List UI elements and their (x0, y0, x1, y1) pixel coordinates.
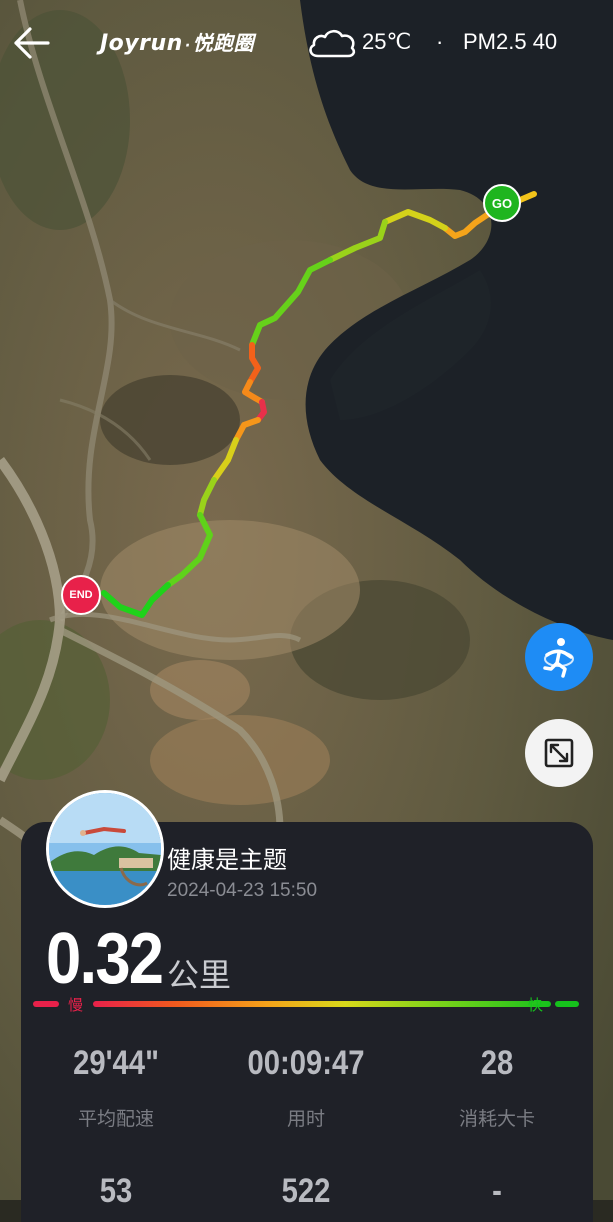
air-quality: PM2.5 40 (463, 29, 558, 54)
top-bar: Joyrun · 悦跑圈 25℃ · PM2.5 40 (0, 0, 613, 86)
avatar[interactable] (46, 790, 164, 908)
speed-slow-label: 慢 (68, 996, 84, 1014)
avatar-photo (49, 793, 161, 905)
avg-pace-label: 平均配速 (77, 1108, 155, 1130)
fullscreen-button[interactable] (525, 719, 593, 787)
calories-label: 消耗大卡 (458, 1108, 536, 1130)
speed-bar-fast-end (555, 1001, 579, 1007)
distance-unit: 公里 (167, 956, 232, 994)
back-button[interactable] (10, 24, 54, 62)
speed-gradient (93, 1001, 551, 1007)
run-mode-button[interactable] (525, 623, 593, 691)
stat-6-value: - (492, 1172, 502, 1210)
stat-5-value: 522 (281, 1172, 331, 1210)
separator-dot: · (436, 29, 444, 54)
arrow-left-icon (14, 27, 50, 59)
start-marker: GO (483, 184, 521, 222)
stat-4-value: 53 (99, 1172, 133, 1210)
cloud-icon (309, 29, 356, 58)
brand-name: Joyrun (100, 31, 183, 56)
speed-bar-slow-end (33, 1001, 59, 1007)
avg-pace-value: 29'44" (73, 1044, 159, 1082)
runner-icon (543, 638, 574, 678)
calories-value: 28 (480, 1044, 514, 1082)
distance-value: 0.32 (46, 919, 164, 999)
speed-fast-label: 快 (528, 996, 544, 1014)
expand-icon (544, 738, 574, 768)
user-name: 健康是主题 (167, 846, 287, 874)
duration-label: 用时 (286, 1108, 326, 1130)
brand-name-cn: 悦跑圈 (192, 31, 255, 55)
brand-logo: Joyrun · 悦跑圈 (100, 27, 254, 56)
run-datetime: 2024-04-23 15:50 (167, 880, 318, 901)
duration-value: 00:09:47 (247, 1044, 365, 1082)
temperature: 25℃ (362, 29, 412, 54)
speed-legend-bar (33, 1001, 579, 1007)
end-marker: END (61, 575, 101, 615)
brand-dot: · (184, 38, 191, 54)
